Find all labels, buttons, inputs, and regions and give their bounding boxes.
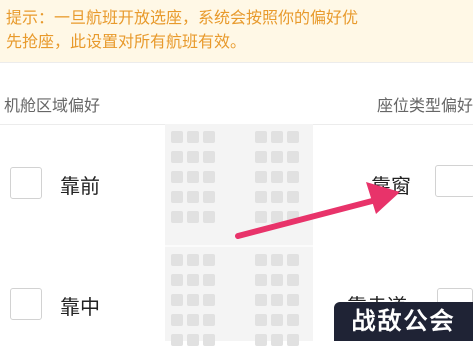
seat-cell <box>271 294 283 306</box>
seat-cell <box>171 314 183 326</box>
seat-cell <box>187 334 199 346</box>
seat-type-title: 座位类型偏好 <box>376 96 473 115</box>
seat-cell <box>271 131 283 143</box>
seat-map-gap <box>165 245 313 247</box>
seat-cell <box>187 274 199 286</box>
seat-cell <box>255 191 267 203</box>
seat-cell <box>271 211 283 223</box>
seat-cell <box>287 131 299 143</box>
seat-cell <box>255 151 267 163</box>
seat-cell <box>271 151 283 163</box>
seat-cell <box>287 274 299 286</box>
front-checkbox[interactable] <box>10 167 42 199</box>
seat-cell <box>203 334 215 346</box>
seat-cell <box>187 294 199 306</box>
seat-cell <box>187 314 199 326</box>
seat-cell <box>271 254 283 266</box>
seat-cell <box>203 254 215 266</box>
seat-cell <box>171 151 183 163</box>
divider <box>0 62 473 63</box>
seat-cell <box>287 151 299 163</box>
seat-cell <box>203 211 215 223</box>
middle-option-label[interactable]: 靠中 <box>60 291 100 320</box>
seat-cell <box>171 191 183 203</box>
notice-banner: 提示：一旦航班开放选座，系统会按照你的偏好优 先抢座，此设置对所有航班有效。 <box>0 0 473 62</box>
seat-cell <box>255 274 267 286</box>
window-option-label[interactable]: 靠窗 <box>371 170 411 199</box>
seat-cell <box>171 294 183 306</box>
seat-cell <box>171 274 183 286</box>
seat-cell <box>171 131 183 143</box>
middle-checkbox[interactable] <box>10 288 42 320</box>
seat-cell <box>255 171 267 183</box>
seat-cell <box>255 211 267 223</box>
seat-cell <box>203 131 215 143</box>
seat-cell <box>271 171 283 183</box>
seat-cell <box>171 171 183 183</box>
seat-cell <box>271 334 283 346</box>
seat-cell <box>255 131 267 143</box>
seat-cell <box>287 191 299 203</box>
seat-cell <box>287 211 299 223</box>
seat-cell <box>255 254 267 266</box>
seat-cell <box>255 294 267 306</box>
window-checkbox[interactable] <box>435 165 473 197</box>
seat-cell <box>187 254 199 266</box>
seat-cell <box>287 314 299 326</box>
seat-cell <box>171 254 183 266</box>
seat-cell <box>287 171 299 183</box>
seat-cell <box>203 294 215 306</box>
seat-cell <box>203 151 215 163</box>
seat-cell <box>271 191 283 203</box>
seat-cell <box>255 334 267 346</box>
seat-map-illustration <box>165 124 313 346</box>
seat-cell <box>255 314 267 326</box>
seat-cell <box>187 191 199 203</box>
seat-cell <box>171 334 183 346</box>
seat-cell <box>171 211 183 223</box>
front-option-label[interactable]: 靠前 <box>60 170 100 199</box>
seat-cell <box>287 334 299 346</box>
seat-cell <box>203 191 215 203</box>
seat-cell <box>203 274 215 286</box>
seat-cell <box>287 294 299 306</box>
seat-cell <box>271 314 283 326</box>
seat-cell <box>187 171 199 183</box>
seat-cell <box>203 314 215 326</box>
seat-cell <box>203 171 215 183</box>
cabin-area-title: 机舱区域偏好 <box>4 96 101 115</box>
seat-cell <box>187 131 199 143</box>
watermark: 战敌公会 <box>334 302 473 341</box>
seat-cell <box>187 211 199 223</box>
seat-cell <box>187 151 199 163</box>
seat-cell <box>271 274 283 286</box>
seat-cell <box>287 254 299 266</box>
